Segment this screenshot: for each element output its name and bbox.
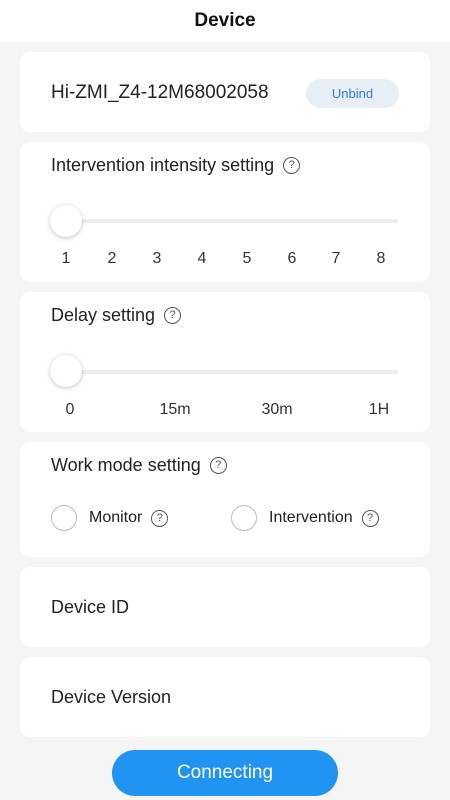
intensity-title-text: Intervention intensity setting bbox=[51, 155, 275, 175]
page-title: Device bbox=[194, 10, 256, 31]
intensity-title: Intervention intensity setting ? bbox=[51, 155, 301, 176]
work-mode-title: Work mode setting ? bbox=[51, 455, 227, 476]
delay-title: Delay setting ? bbox=[51, 305, 182, 326]
device-id-label: Device ID bbox=[51, 597, 130, 617]
delay-card: Delay setting ? 0 15m 30m 1H bbox=[20, 292, 430, 432]
radio-circle[interactable] bbox=[51, 505, 77, 531]
intensity-card: Intervention intensity setting ? 1 2 3 4 5 6 7… bbox=[20, 142, 430, 282]
slider-tick-label: 6 bbox=[287, 250, 297, 267]
slider-tick-label: 0 bbox=[65, 401, 75, 418]
slider-tick-label: 1H bbox=[368, 401, 390, 418]
intensity-slider-track[interactable] bbox=[66, 219, 398, 223]
device-version-card[interactable]: Device Version bbox=[20, 657, 430, 737]
work-mode-title-text: Work mode setting bbox=[51, 455, 201, 475]
connect-button[interactable]: Connecting bbox=[112, 750, 338, 796]
work-mode-card: Work mode setting ? Monitor ? Interventi… bbox=[20, 442, 430, 557]
radio-circle[interactable] bbox=[231, 505, 257, 531]
help-icon[interactable]: ? bbox=[151, 509, 169, 527]
device-name-card: Hi-ZMI_Z4-12M68002058 Unbind bbox=[20, 52, 430, 132]
radio-label[interactable]: Intervention bbox=[269, 509, 353, 527]
radio-intervention[interactable]: Intervention ? bbox=[231, 505, 379, 531]
device-name: Hi-ZMI_Z4-12M68002058 bbox=[51, 82, 269, 103]
intensity-slider-thumb[interactable] bbox=[50, 205, 82, 237]
radio-monitor[interactable]: Monitor ? bbox=[51, 505, 169, 531]
device-id-card[interactable]: Device ID bbox=[20, 567, 430, 647]
unbind-button[interactable]: Unbind bbox=[306, 79, 399, 108]
delay-slider-thumb[interactable] bbox=[50, 355, 82, 387]
slider-tick-label: 2 bbox=[107, 250, 117, 267]
delay-slider-track[interactable] bbox=[66, 370, 398, 374]
slider-tick-label: 8 bbox=[376, 250, 386, 267]
help-icon[interactable]: ? bbox=[361, 509, 379, 527]
slider-tick-label: 30m bbox=[261, 401, 293, 418]
help-icon[interactable]: ? bbox=[164, 307, 182, 324]
help-icon[interactable]: ? bbox=[283, 157, 301, 174]
header: Device bbox=[0, 0, 450, 42]
slider-tick-label: 4 bbox=[197, 250, 207, 267]
slider-tick-label: 5 bbox=[242, 250, 252, 267]
slider-tick-label: 7 bbox=[331, 250, 341, 267]
device-version-label: Device Version bbox=[51, 687, 172, 707]
slider-tick-label: 1 bbox=[61, 250, 71, 267]
delay-title-text: Delay setting bbox=[51, 305, 156, 325]
slider-tick-label: 15m bbox=[159, 401, 191, 418]
slider-tick-label: 3 bbox=[152, 250, 162, 267]
radio-label[interactable]: Monitor bbox=[89, 509, 142, 527]
help-icon[interactable]: ? bbox=[209, 457, 227, 474]
